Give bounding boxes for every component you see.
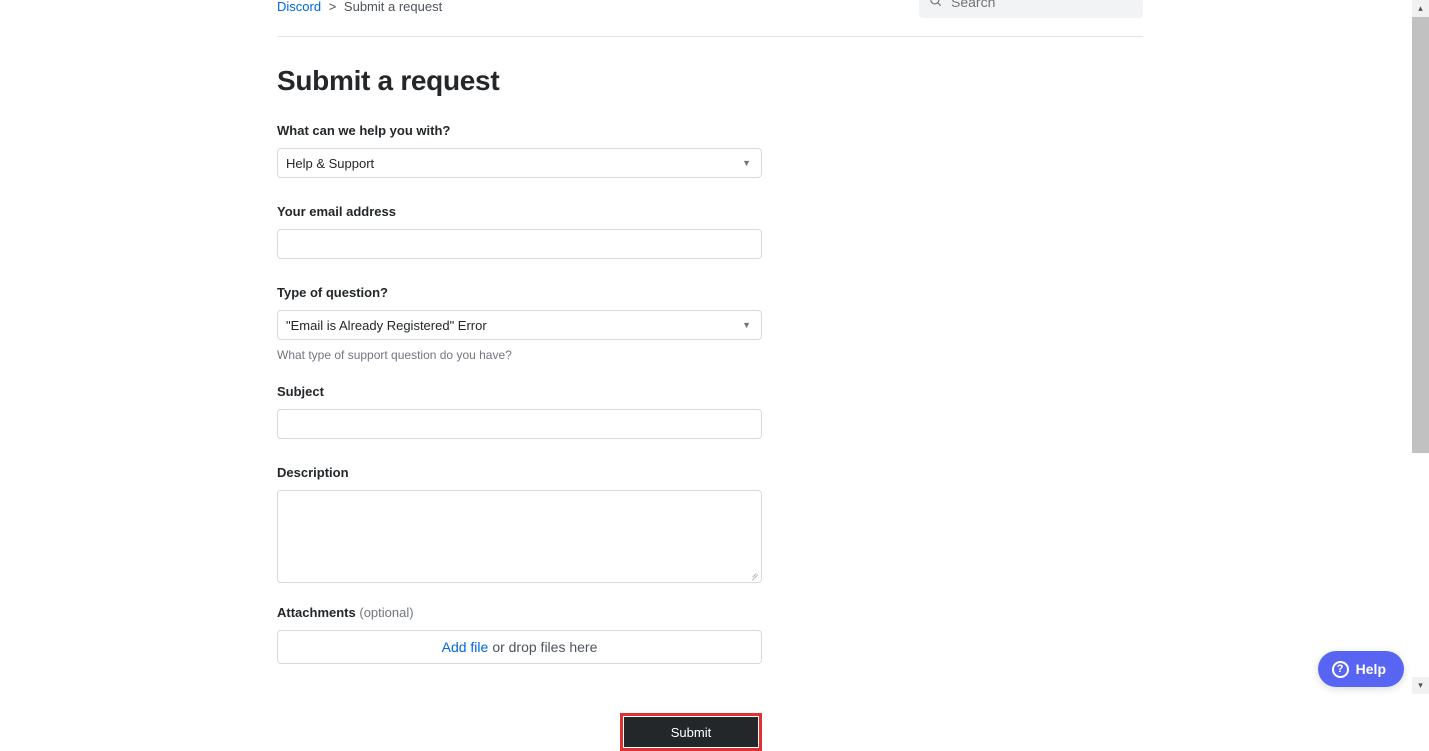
scroll-down-button[interactable]: ▾ xyxy=(1412,677,1429,694)
email-label: Your email address xyxy=(277,204,762,219)
email-field[interactable] xyxy=(286,237,753,252)
dropzone-suffix: or drop files here xyxy=(492,639,597,655)
divider xyxy=(277,36,1143,37)
description-label: Description xyxy=(277,465,762,480)
help-with-select[interactable]: Help & Support ▼ xyxy=(277,148,762,178)
breadcrumb-separator: > xyxy=(329,0,337,14)
add-file-link[interactable]: Add file xyxy=(442,639,489,655)
subject-field-wrapper xyxy=(277,409,762,439)
chevron-down-icon: ▼ xyxy=(742,158,751,168)
chevron-down-icon: ▼ xyxy=(742,320,751,330)
scroll-up-button[interactable]: ▴ xyxy=(1412,0,1429,17)
breadcrumb-root-link[interactable]: Discord xyxy=(277,0,321,14)
submit-highlight: Submit xyxy=(620,713,762,751)
help-question-icon: ? xyxy=(1332,661,1349,678)
question-type-value: "Email is Already Registered" Error xyxy=(286,318,487,333)
help-widget[interactable]: ? Help xyxy=(1318,651,1404,687)
question-type-select[interactable]: "Email is Already Registered" Error ▼ xyxy=(277,310,762,340)
attachments-optional: (optional) xyxy=(359,605,413,620)
search-input[interactable] xyxy=(951,0,1133,10)
help-widget-label: Help xyxy=(1356,661,1386,677)
help-with-value: Help & Support xyxy=(286,156,374,171)
attachments-label: Attachments (optional) xyxy=(277,605,762,620)
page-title: Submit a request xyxy=(277,65,1143,97)
attachments-dropzone[interactable]: Add file or drop files here xyxy=(277,630,762,664)
question-type-hint: What type of support question do you hav… xyxy=(277,348,762,362)
help-with-label: What can we help you with? xyxy=(277,123,762,138)
scrollbar-thumb[interactable] xyxy=(1412,0,1429,453)
search-box[interactable] xyxy=(919,0,1143,18)
submit-button[interactable]: Submit xyxy=(624,717,758,747)
question-type-label: Type of question? xyxy=(277,285,762,300)
resize-handle-icon[interactable] xyxy=(749,570,759,580)
search-icon xyxy=(929,0,943,11)
description-field[interactable] xyxy=(286,497,753,573)
breadcrumb: Discord > Submit a request xyxy=(277,0,442,13)
breadcrumb-current: Submit a request xyxy=(344,0,442,14)
subject-label: Subject xyxy=(277,384,762,399)
subject-field[interactable] xyxy=(286,417,753,432)
email-field-wrapper xyxy=(277,229,762,259)
description-field-wrapper xyxy=(277,490,762,583)
attachments-label-text: Attachments xyxy=(277,605,356,620)
